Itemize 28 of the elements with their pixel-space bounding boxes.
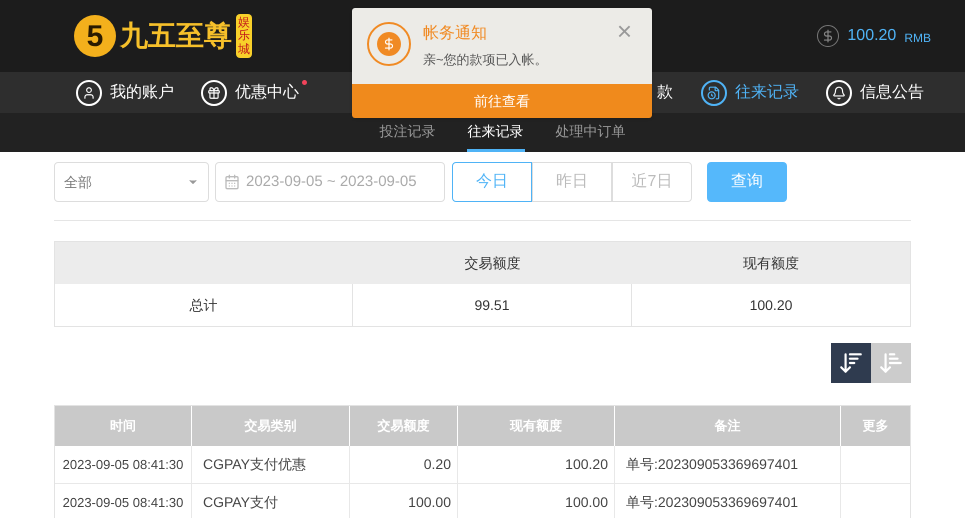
nav-item[interactable]: 优惠中心 xyxy=(201,80,299,106)
type-select[interactable]: 全部 xyxy=(54,162,209,202)
logo-text: 九五至尊 xyxy=(120,18,232,54)
balance-amount: 100.20 xyxy=(847,26,896,46)
table-cell: 100.00 xyxy=(350,484,458,518)
table-cell: 100.20 xyxy=(458,446,615,483)
logo-numeral: 5 xyxy=(74,15,116,57)
notification-title: 帐务通知 xyxy=(423,24,488,44)
currency-label: RMB xyxy=(904,30,931,46)
table-cell: CGPAY支付 xyxy=(192,484,350,518)
table-cell: 100.00 xyxy=(458,484,615,518)
summary-cell-text: 100.20 xyxy=(748,296,794,314)
table-cell: 单号:202309053369697401 xyxy=(615,446,841,483)
nav-item[interactable]: 信息公告 xyxy=(826,80,924,106)
table-cell: 2023-09-05 08:41:30 xyxy=(55,484,192,518)
logo-badge: 娱乐城 xyxy=(236,14,252,58)
summary-header-cell-text: 交易额度 xyxy=(463,254,522,272)
table-cell: 2023-09-05 08:41:30 xyxy=(55,446,192,483)
summary-cell: 总计 xyxy=(55,284,353,326)
nav-item[interactable]: 款 xyxy=(657,80,673,104)
notification-message: 亲~您的款项已入帐。 xyxy=(423,51,548,69)
table-cell: 0.20 xyxy=(350,446,458,483)
nav-item[interactable]: 我的账户 xyxy=(76,80,174,106)
nav-item[interactable]: 往来记录 xyxy=(701,80,799,106)
table-cell: 单号:202309053369697401 xyxy=(615,484,841,518)
table-cell: CGPAY支付优惠 xyxy=(192,446,350,483)
summary-header-cell-text: 现有额度 xyxy=(742,254,800,272)
summary-cell: 99.51 xyxy=(353,284,632,326)
